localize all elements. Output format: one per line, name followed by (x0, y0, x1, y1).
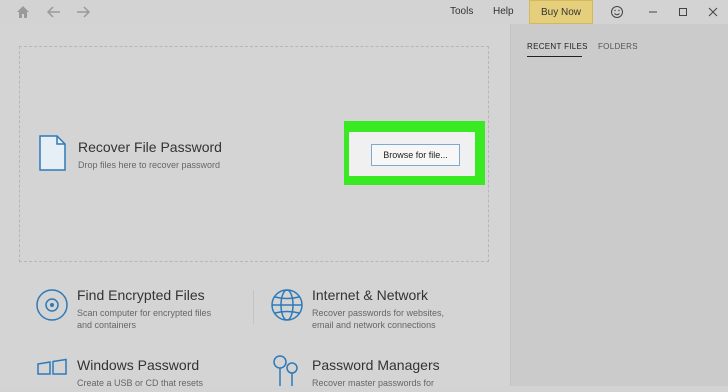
right-panel: RECENT FILES FOLDERS (510, 24, 728, 386)
forward-arrow-icon[interactable] (75, 4, 91, 20)
disc-icon (36, 289, 68, 321)
globe-icon (271, 289, 303, 321)
tab-folders[interactable]: FOLDERS (598, 42, 638, 51)
tile-password-managers-desc-1: Recover master passwords for (312, 378, 435, 388)
tile-find-encrypted-desc-1: Scan computer for encrypted files (77, 308, 212, 318)
windows-icon (37, 358, 67, 375)
tile-windows-title[interactable]: Windows Password (77, 357, 199, 373)
menu-tools[interactable]: Tools (450, 6, 473, 17)
tile-windows-desc-1: Create a USB or CD that resets (77, 378, 204, 388)
smiley-icon[interactable] (610, 5, 624, 19)
recover-title: Recover File Password (78, 139, 222, 155)
tile-internet-title[interactable]: Internet & Network (312, 287, 428, 303)
menu-help[interactable]: Help (493, 6, 514, 17)
title-bar: Tools Help Buy Now (0, 0, 728, 24)
tile-internet-desc-2: email and network connections (312, 320, 436, 330)
recover-subtitle: Drop files here to recover password (78, 160, 221, 170)
tile-find-encrypted-title[interactable]: Find Encrypted Files (77, 287, 205, 303)
minimize-icon[interactable] (646, 5, 660, 19)
close-icon[interactable] (706, 5, 720, 19)
tile-divider (253, 290, 254, 324)
maximize-icon[interactable] (676, 5, 690, 19)
browse-button[interactable]: Browse for file... (371, 144, 460, 166)
tile-find-encrypted-desc-2: and containers (77, 320, 137, 330)
tab-recent-files[interactable]: RECENT FILES (527, 42, 588, 51)
home-icon[interactable] (15, 4, 31, 20)
keys-icon (273, 355, 298, 386)
tile-password-managers-title[interactable]: Password Managers (312, 357, 440, 373)
tile-internet-desc-1: Recover passwords for websites, (312, 308, 445, 318)
file-icon (39, 135, 66, 171)
back-arrow-icon[interactable] (46, 4, 62, 20)
buy-now-button[interactable]: Buy Now (529, 0, 593, 24)
active-tab-underline (527, 56, 582, 57)
